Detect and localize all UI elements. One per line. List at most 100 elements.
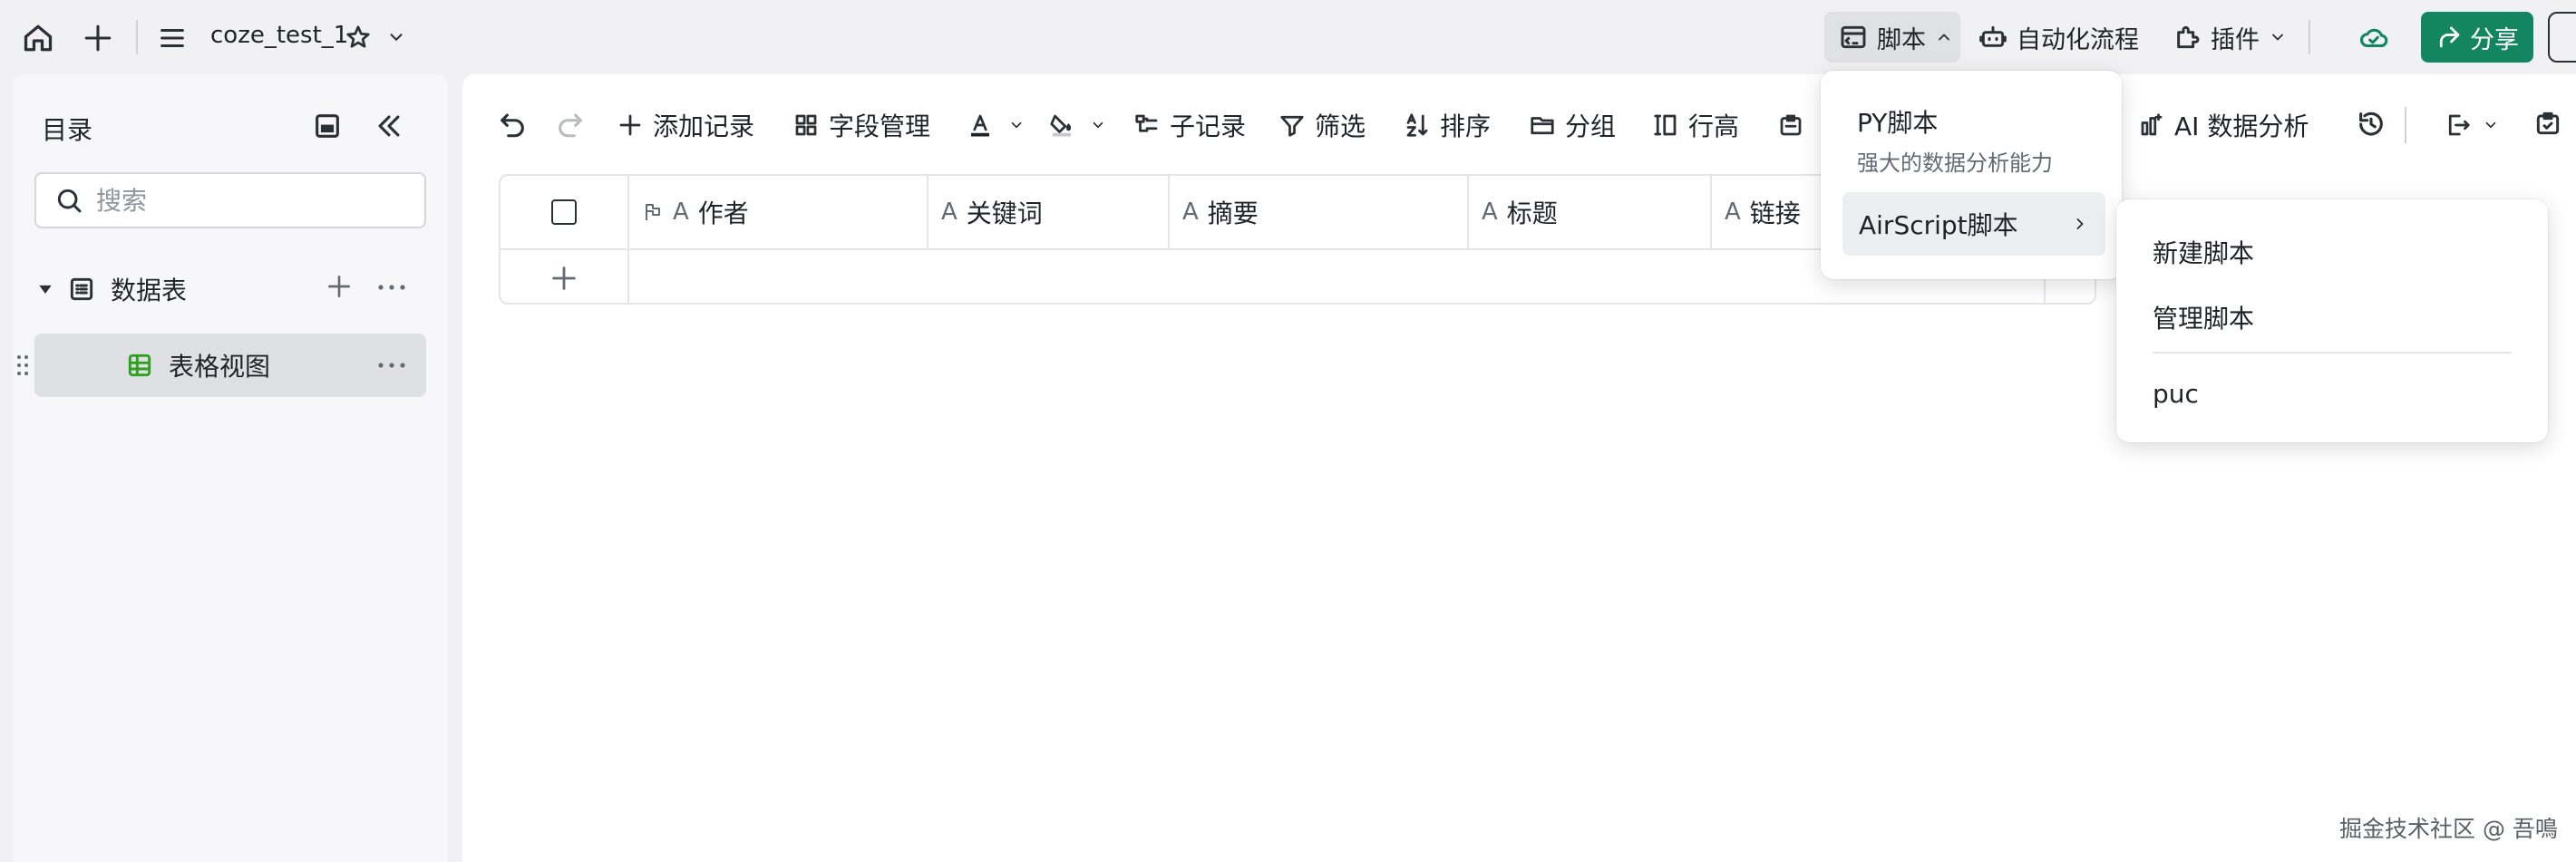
tree-group-datatable[interactable]: 数据表 [36,266,426,312]
airscript-submenu: 新建脚本 管理脚本 puc [2116,199,2548,442]
search-input[interactable] [96,185,404,216]
add-row-plus-icon[interactable] [501,250,629,303]
tree-group-label: 数据表 [111,276,188,305]
text-type-icon: A [1482,199,1498,226]
column-header-keywords[interactable]: A 关键词 [928,176,1170,248]
paint-bucket-icon [1050,114,1072,137]
export-icon [2448,114,2470,136]
text-type-icon: A [673,199,689,226]
lock-button[interactable] [2548,12,2576,63]
chevron-right-icon [2076,218,2084,229]
filter-label: 筛选 [1315,111,1366,141]
ai-chart-icon [2141,113,2163,136]
text-type-icon: A [1725,199,1741,226]
panel-icon[interactable] [312,111,343,141]
text-type-icon: A [941,199,957,226]
ai-analysis-button[interactable]: AI 数据分析 [2138,105,2309,145]
tree-item-label: 表格视图 [169,352,271,382]
fill-color-button[interactable] [1048,105,1106,145]
py-script-description: 强大的数据分析能力 [1857,150,2053,176]
more-options-icon[interactable] [375,352,408,379]
script-dropdown-menu: PY脚本 强大的数据分析能力 AirScript脚本 [1821,71,2122,279]
star-icon[interactable] [343,22,374,53]
sort-label: 排序 [1440,111,1492,141]
text-type-icon: A [1182,199,1199,226]
drag-handle-icon[interactable] [16,354,29,377]
table-list-icon [70,277,93,301]
watermark: 掘金技术社区 @ 吾鳴 [2339,816,2558,842]
menu-item-py-script[interactable]: PY脚本 [1857,103,1938,140]
text-color-button[interactable] [967,105,1025,145]
ai-analysis-label: AI 数据分析 [2174,111,2309,141]
select-all-checkbox[interactable] [551,199,577,225]
main-panel: 添加记录 字段管理 子记录 筛选 排序 分组 行高 AI 数据分析 A 作者 A… [462,74,2576,862]
menu-item-manage-script[interactable]: 管理脚本 [2153,299,2254,335]
divider [2309,20,2310,54]
fields-grid-icon [795,114,817,136]
menu-divider [2153,352,2512,354]
automation-button[interactable]: 自动化流程 [1978,12,2139,63]
column-header-title[interactable]: A 标题 [1469,176,1712,248]
add-record-button[interactable]: 添加记录 [617,105,754,145]
undo-icon[interactable] [497,109,528,140]
field-manage-button[interactable]: 字段管理 [792,105,930,145]
airscript-label: AirScript脚本 [1859,210,2018,240]
column-header-label: 作者 [697,199,749,228]
group-button[interactable]: 分组 [1529,105,1616,145]
cloud-saved-icon [2357,22,2390,54]
column-header-label: 摘要 [1207,199,1259,228]
clipboard-icon [1780,114,1802,136]
divider [2405,107,2406,143]
script-label: 脚本 [1877,25,1926,54]
chevron-down-icon [2272,34,2283,41]
menu-item-new-script[interactable]: 新建脚本 [2153,234,2254,270]
home-icon[interactable] [20,20,56,56]
tree-item-grid-view[interactable]: 表格视图 [34,334,426,397]
add-table-plus-icon[interactable] [325,272,355,303]
sort-button[interactable]: 排序 [1404,105,1491,145]
more-options-icon[interactable] [375,274,408,301]
sort-icon [1406,113,1428,137]
sidebar: 目录 数据表 表格视图 [13,74,448,862]
primary-flag-icon [646,204,660,220]
export-button[interactable] [2445,105,2499,145]
text-color-icon [971,114,989,137]
robot-icon [1979,25,2007,47]
plugin-button[interactable]: 插件 [2173,12,2287,63]
menu-icon[interactable] [154,20,190,56]
grid-view-icon [128,354,151,377]
column-header-author[interactable]: A 作者 [629,176,928,248]
history-icon[interactable] [2356,109,2386,140]
group-label: 分组 [1565,111,1617,141]
sub-record-button[interactable]: 子记录 [1133,105,1246,145]
column-header-label: 关键词 [966,199,1043,228]
menu-item-puc[interactable]: puc [2153,379,2199,409]
chevron-down-icon [1093,121,1103,129]
sub-record-icon [1135,114,1158,132]
plus-icon [619,114,641,136]
share-button[interactable]: 分享 [2421,12,2533,63]
new-tab-plus-icon[interactable] [80,20,116,56]
column-header-label: 链接 [1749,199,1801,228]
collapse-sidebar-icon[interactable] [374,111,404,141]
task-icon[interactable] [2533,109,2564,140]
chevron-down-icon[interactable] [384,25,408,49]
puzzle-icon [2177,25,2200,49]
menu-item-airscript[interactable]: AirScript脚本 [1842,192,2105,256]
row-height-label: 行高 [1688,111,1740,141]
search-field[interactable] [34,172,426,228]
filter-icon [1280,115,1304,137]
chevron-down-icon [1011,121,1022,129]
divider [136,20,138,54]
folder-icon [1531,117,1554,135]
document-title[interactable]: coze_test_1 [210,22,348,49]
field-manage-label: 字段管理 [829,111,931,141]
filter-button[interactable]: 筛选 [1278,105,1366,145]
script-button[interactable]: 脚本 [1824,12,1960,63]
sub-record-label: 子记录 [1170,111,1247,141]
more-tools-button[interactable] [1777,105,1804,145]
chevron-up-icon [1939,34,1949,41]
row-height-button[interactable]: 行高 [1652,105,1739,145]
redo-icon[interactable] [555,109,586,140]
column-header-summary[interactable]: A 摘要 [1170,176,1469,248]
